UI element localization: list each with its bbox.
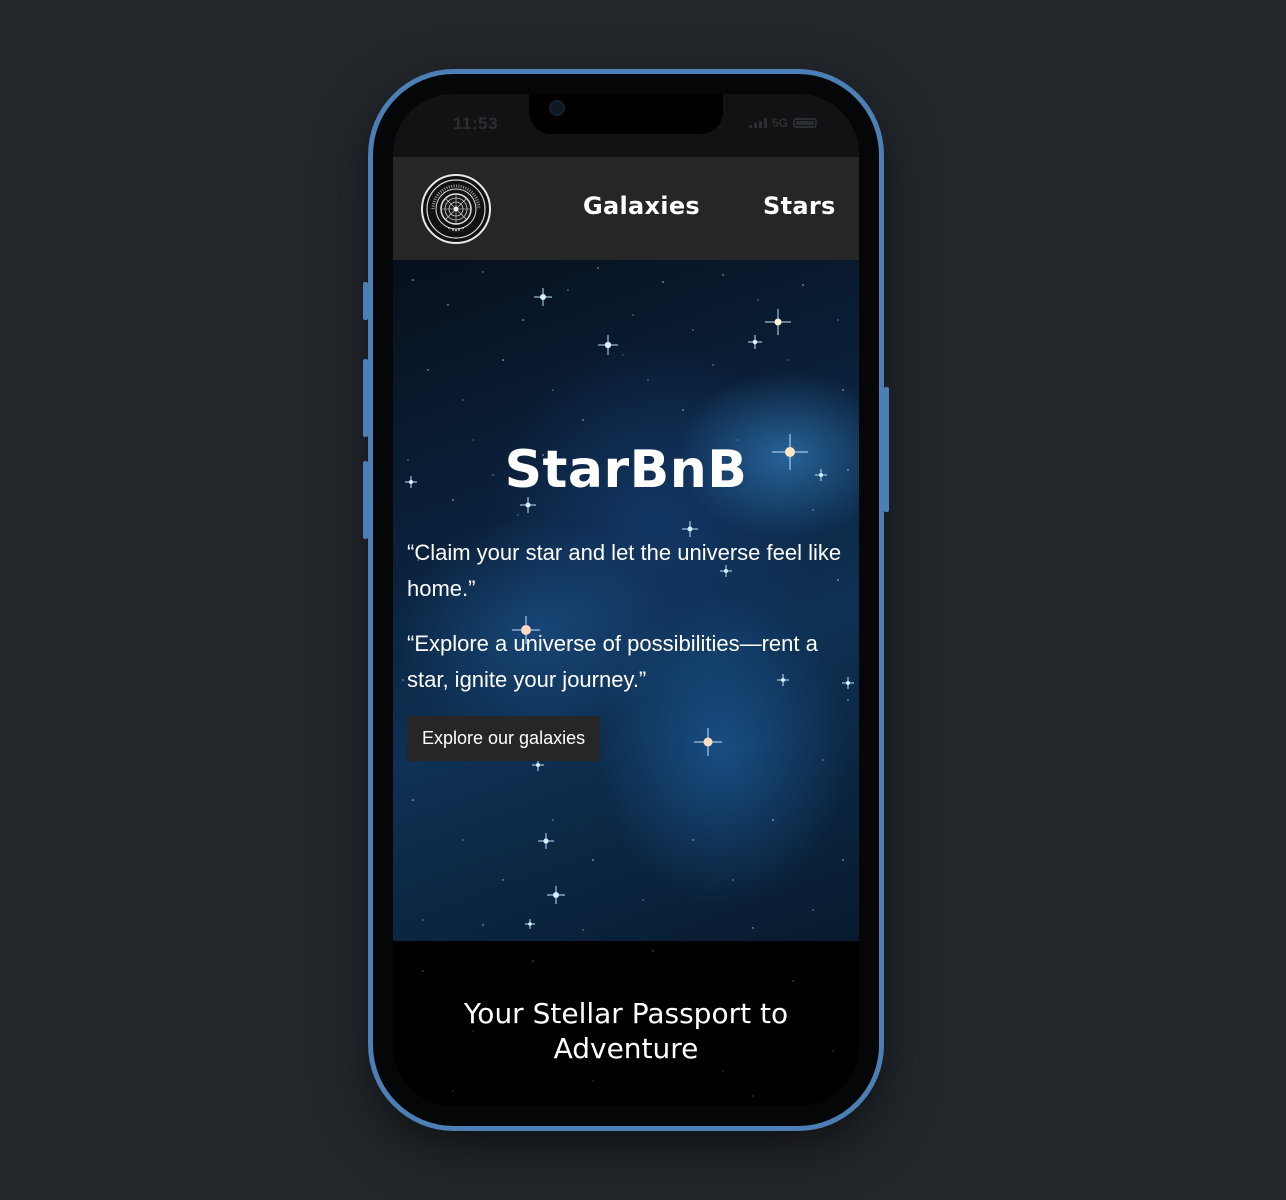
section-title: Your Stellar Passport to Adventure	[463, 997, 789, 1065]
phone-side-button-silent	[363, 282, 368, 320]
federation-seal-logo[interactable]	[421, 174, 491, 244]
page-background: 11:53 5G Galaxies Stars StarBnB “Claim y…	[0, 0, 1286, 1200]
nav-link-stars[interactable]: Stars	[763, 192, 836, 220]
signal-bars-icon	[748, 118, 767, 128]
phone-frame: 11:53 5G Galaxies Stars StarBnB “Claim y…	[363, 69, 889, 1131]
hero-quote-1: “Claim your star and let the universe fe…	[407, 540, 842, 601]
battery-icon	[793, 118, 817, 128]
status-time: 11:53	[453, 114, 499, 133]
hero-quote-2: “Explore a universe of possibilities—ren…	[407, 631, 818, 692]
phone-screen: 11:53 5G Galaxies Stars StarBnB “Claim y…	[393, 94, 859, 1106]
status-bar: 11:53 5G	[393, 94, 859, 157]
bright-star-group	[405, 288, 854, 929]
seal-emblem-icon	[426, 179, 486, 239]
status-indicators: 5G	[748, 116, 817, 130]
phone-side-button-volume-down	[363, 461, 368, 539]
hero-title: StarBnB	[504, 440, 748, 500]
navbar: Galaxies Stars	[393, 157, 859, 260]
phone-side-button-volume-up	[363, 359, 368, 437]
passport-section: Your Stellar Passport to Adventure	[393, 941, 859, 1106]
network-label: 5G	[771, 116, 788, 130]
explore-galaxies-button[interactable]: Explore our galaxies	[407, 716, 601, 761]
front-camera-icon	[549, 100, 565, 116]
notch	[529, 94, 723, 134]
phone-side-button-power	[884, 387, 889, 512]
nav-link-galaxies[interactable]: Galaxies	[583, 192, 700, 220]
hero-section: StarBnB “Claim your star and let the uni…	[393, 260, 859, 941]
